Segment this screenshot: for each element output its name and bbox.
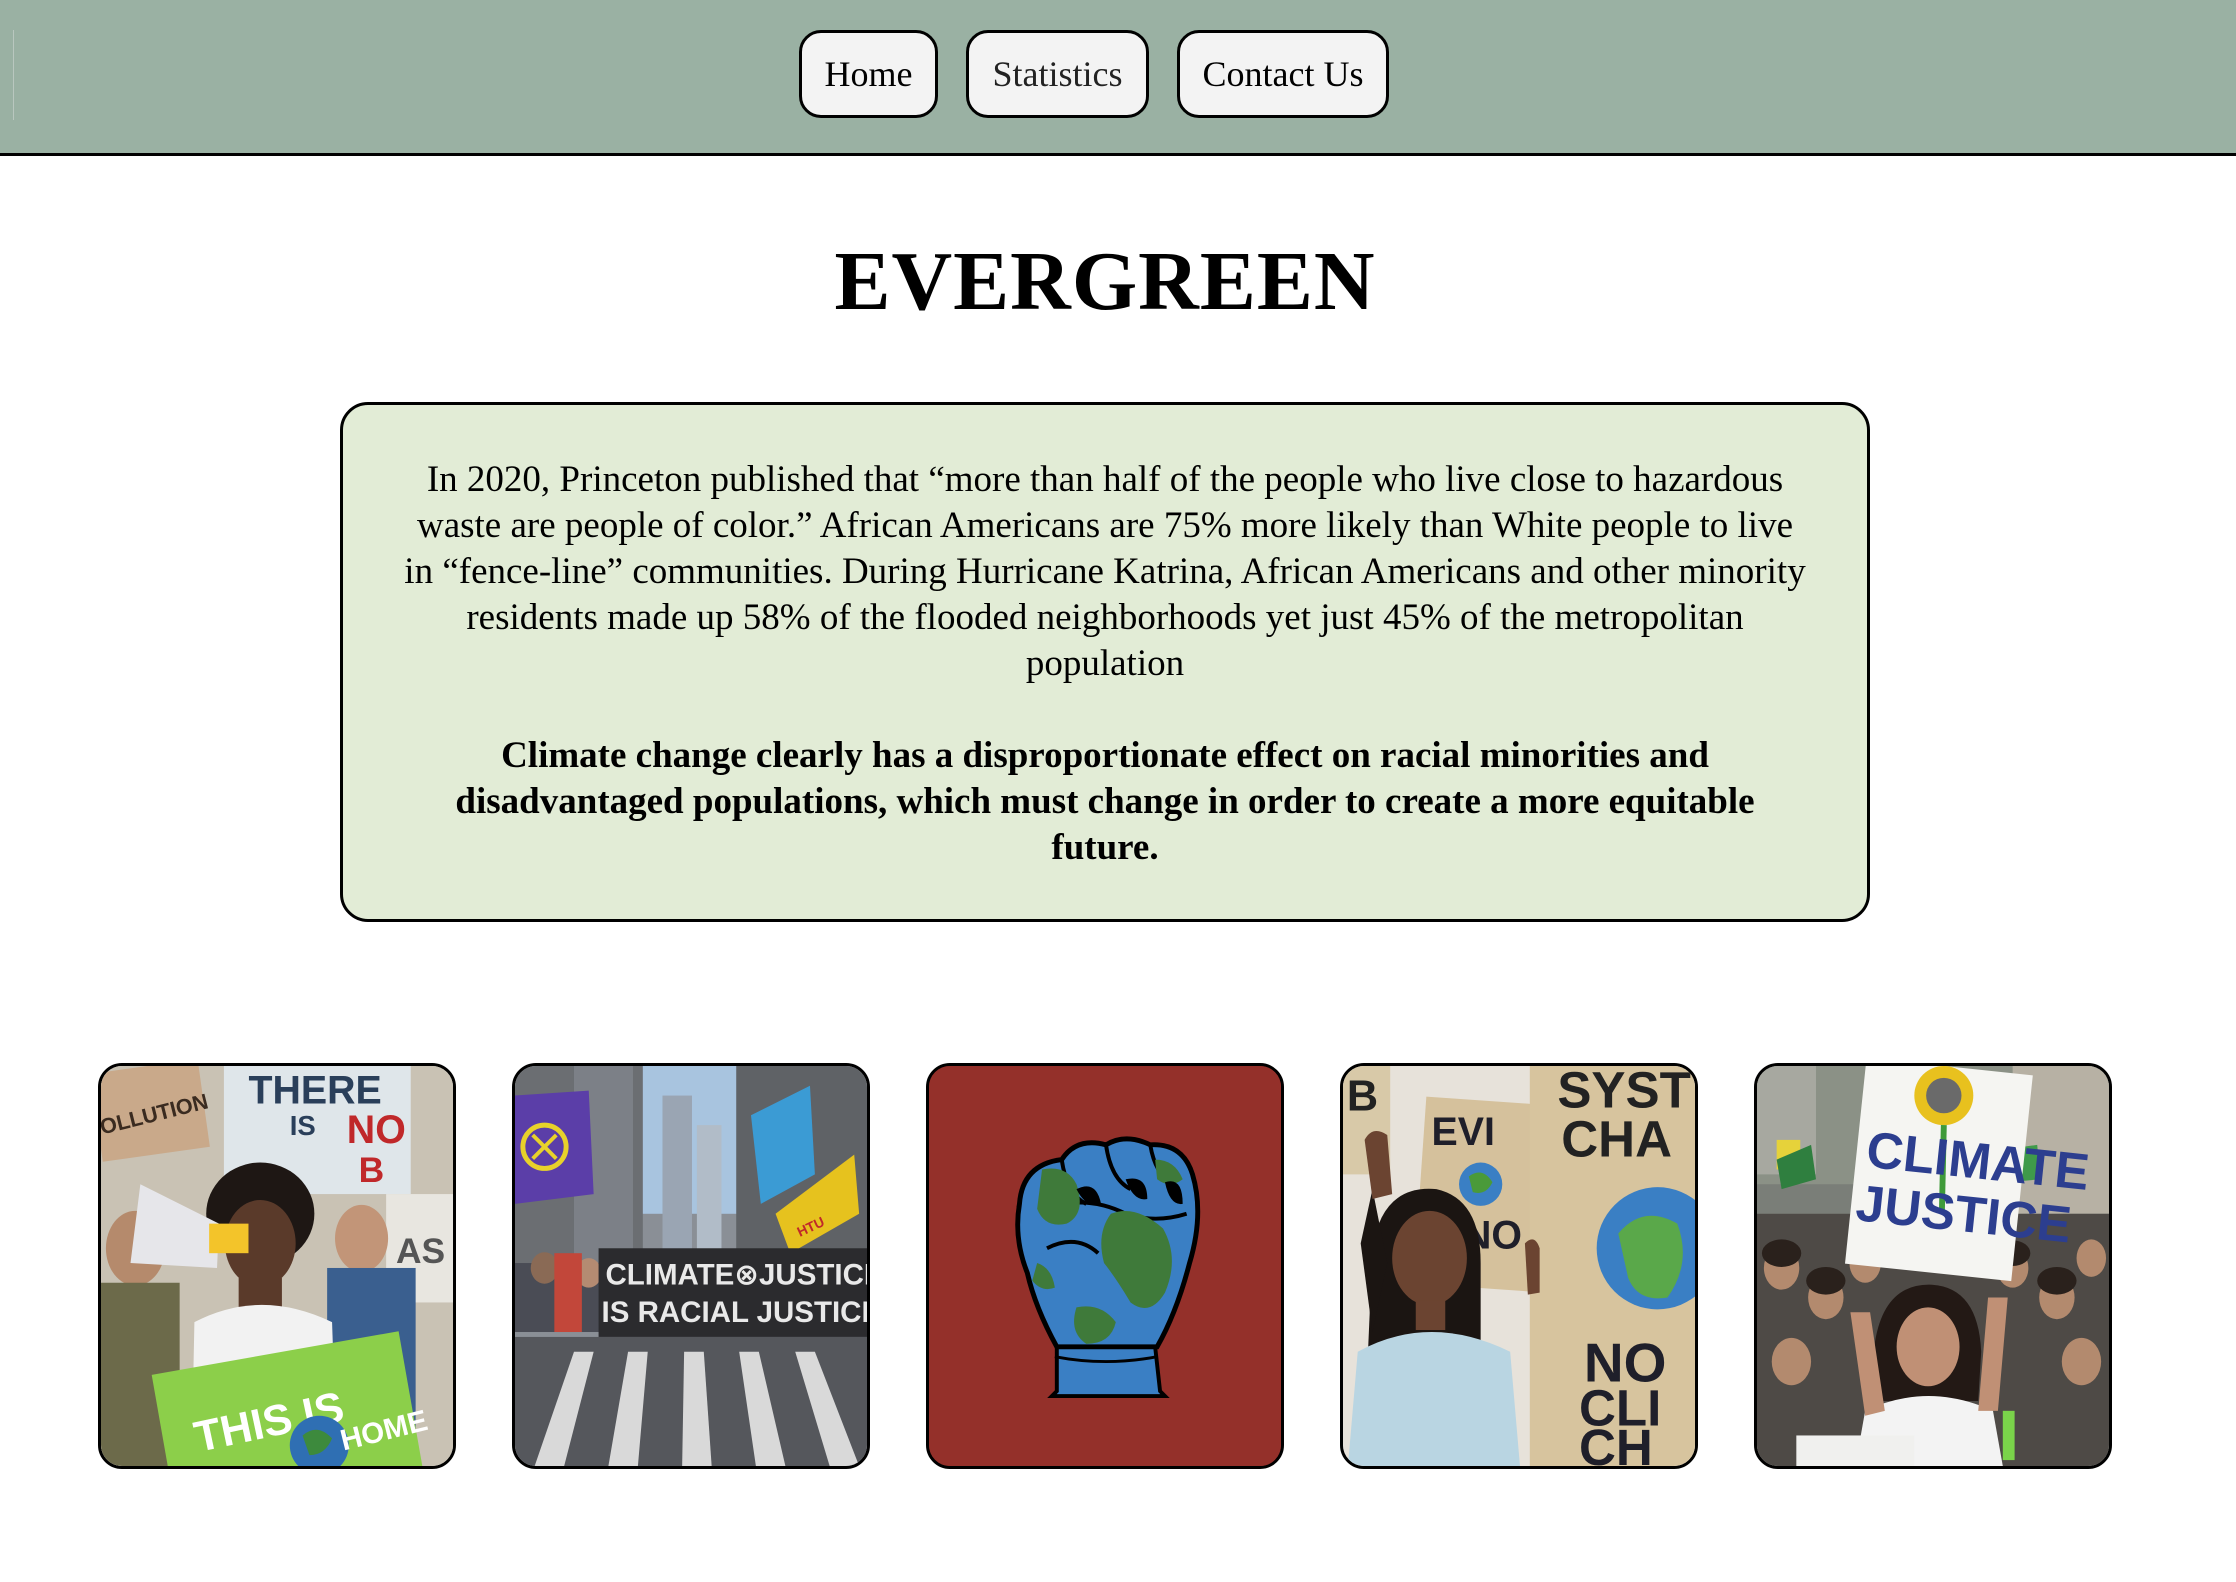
earth-fist-icon — [929, 1066, 1281, 1466]
sign-text-b: B — [1347, 1072, 1378, 1120]
info-box: In 2020, Princeton published that “more … — [340, 402, 1870, 922]
nav-statistics-button[interactable]: Statistics — [966, 30, 1149, 118]
sign-text-evi: EVI — [1431, 1110, 1494, 1154]
sign-text-as: AS — [396, 1231, 445, 1271]
sign-text-cha: CHA — [1561, 1111, 1672, 1168]
sign-text-there: THERE — [248, 1068, 381, 1112]
gallery-photo-climate-justice-march: HTU CLIMATE⊗JUSTICE IS RACIAL JUSTICE — [512, 1063, 870, 1469]
nav-contact-us-button[interactable]: Contact Us — [1176, 30, 1390, 118]
sign-text-b: B — [359, 1150, 385, 1190]
info-emphasis: Climate change clearly has a disproporti… — [455, 735, 1755, 868]
photo-gallery: OLLUTION THERE IS NO B AS THIS IS HOME H… — [98, 1063, 2112, 1469]
sign-text-ch: CH — [1579, 1419, 1653, 1466]
top-nav-bar: Home Statistics Contact Us — [0, 0, 2236, 156]
gallery-earth-fist-illustration — [926, 1063, 1284, 1469]
nav-home-button[interactable]: Home — [798, 30, 939, 118]
sign-text-no: NO — [347, 1108, 406, 1152]
gallery-photo-climate-justice-crowd: CLIMATE JUSTICE — [1754, 1063, 2112, 1469]
info-paragraph: In 2020, Princeton published that “more … — [404, 459, 1806, 684]
sign-text-is: IS — [290, 1110, 316, 1141]
gallery-photo-cardboard-sign-protester: B EVI NO SYST CHA NO CLI CH — [1340, 1063, 1698, 1469]
banner-text-line1: CLIMATE⊗JUSTICE — [605, 1259, 867, 1292]
banner-text-line2: IS RACIAL JUSTICE — [602, 1296, 867, 1329]
page-title: EVERGREEN — [834, 235, 1376, 328]
gallery-photo-megaphone-protester: OLLUTION THERE IS NO B AS THIS IS HOME — [98, 1063, 456, 1469]
nav-button-group: Home Statistics Contact Us — [0, 30, 2236, 118]
